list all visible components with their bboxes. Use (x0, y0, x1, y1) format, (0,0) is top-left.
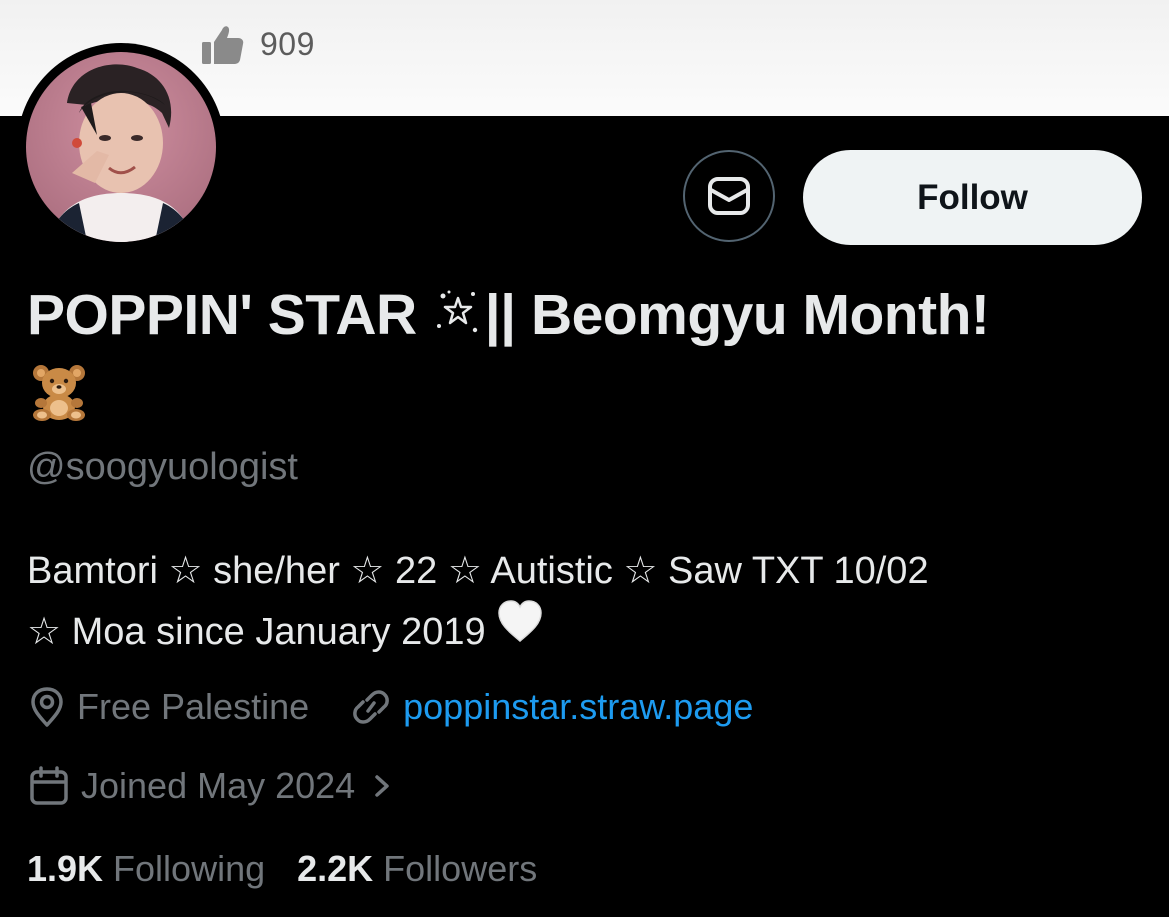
white-heart-emoji (496, 599, 544, 662)
joined-date[interactable]: Joined May 2024 (27, 765, 397, 807)
follow-stats: 1.9K Following 2.2K Followers (27, 848, 537, 890)
message-icon (708, 177, 750, 215)
calendar-icon (30, 766, 68, 805)
followers-count: 2.2K (297, 848, 374, 889)
followers-stat[interactable]: 2.2K Followers (297, 848, 537, 890)
profile-meta-row: Free Palestine poppinstar.straw.page (27, 686, 753, 728)
follow-button[interactable]: Follow (803, 150, 1142, 245)
following-label: Following (113, 848, 266, 889)
bio: Bamtori ☆ she/her ☆ 22 ☆ Autistic ☆ Saw … (27, 541, 1147, 665)
website[interactable]: poppinstar.straw.page (349, 686, 753, 728)
display-name: POPPIN' STAR || Beomgyu Month! (27, 281, 1157, 436)
message-button[interactable] (683, 150, 775, 242)
website-link[interactable]: poppinstar.straw.page (403, 686, 753, 728)
joined-row[interactable]: Joined May 2024 (27, 765, 397, 807)
like-button[interactable]: 909 (200, 22, 315, 66)
location-label: Free Palestine (77, 686, 310, 727)
sparkle-star-icon (435, 281, 481, 349)
bio-line-1: Bamtori ☆ she/her ☆ 22 ☆ Autistic ☆ Saw … (27, 550, 929, 592)
link-icon (353, 690, 389, 724)
following-count: 1.9K (27, 848, 104, 889)
bio-line-2-text: ☆ Moa since January 2019 (27, 611, 486, 653)
display-name-part1: POPPIN' STAR (27, 283, 417, 347)
display-name-part2: || Beomgyu Month! (484, 283, 990, 347)
like-count: 909 (260, 25, 315, 62)
bio-line-2: ☆ Moa since January 2019 (27, 599, 1147, 665)
chevron-right-icon (375, 775, 389, 797)
thumbs-up-icon (202, 26, 244, 64)
location-pin-icon (31, 687, 63, 727)
avatar[interactable] (17, 43, 225, 251)
teddy-bear-emoji (27, 361, 1157, 436)
joined-label: Joined May 2024 (81, 765, 356, 806)
location: Free Palestine (27, 686, 309, 728)
followers-label: Followers (383, 848, 538, 889)
following-stat[interactable]: 1.9K Following (27, 848, 265, 890)
handle: @soogyuologist (27, 446, 298, 488)
